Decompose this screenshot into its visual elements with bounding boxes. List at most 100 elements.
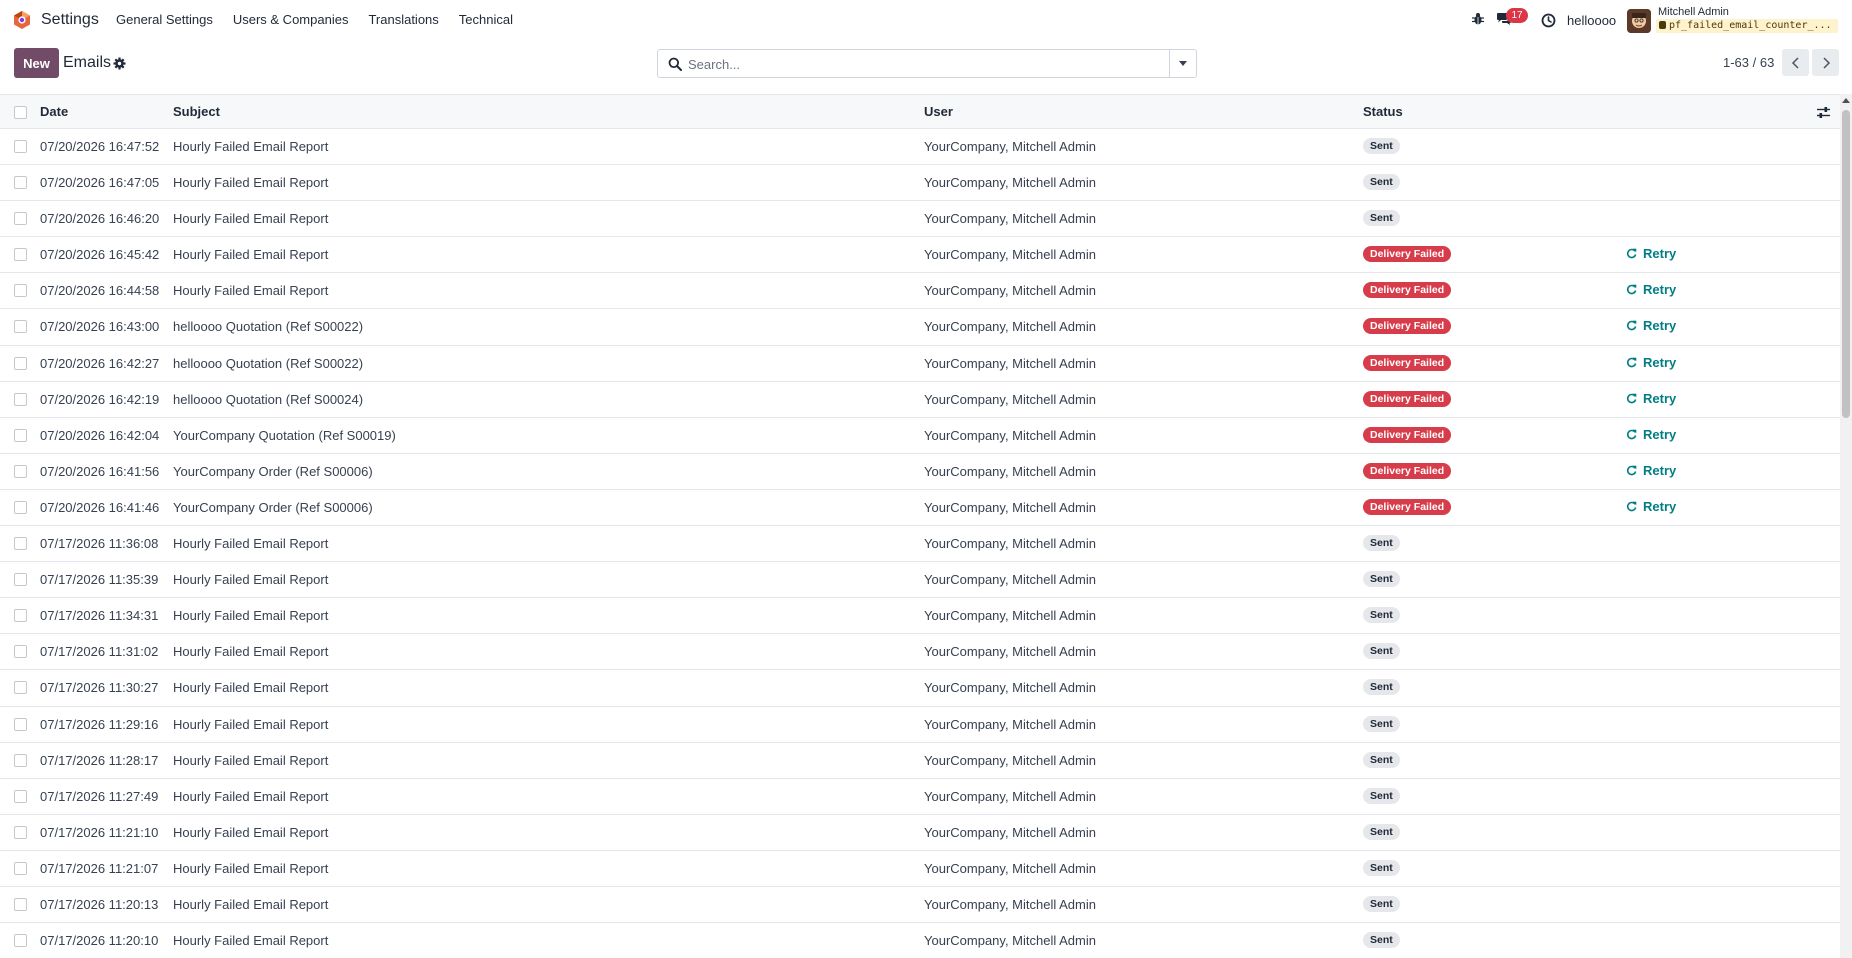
retry-button[interactable]: Retry — [1626, 463, 1676, 478]
row-checkbox[interactable] — [14, 717, 27, 731]
retry-button[interactable]: Retry — [1626, 499, 1676, 514]
activity-clock-icon[interactable] — [1541, 13, 1556, 28]
cell-date: 07/17/2026 11:31:02 — [40, 644, 159, 660]
retry-button[interactable]: Retry — [1626, 427, 1676, 442]
retry-button[interactable]: Retry — [1626, 246, 1676, 261]
status-badge: Sent — [1363, 751, 1400, 768]
table-row[interactable]: 07/20/2026 16:45:42 Hourly Failed Email R… — [0, 237, 1840, 274]
table-row[interactable]: 07/20/2026 16:41:46 YourCompany Order (Re… — [0, 490, 1840, 527]
row-checkbox[interactable] — [14, 500, 27, 514]
app-name[interactable]: Settings — [41, 11, 99, 29]
app-logo-icon[interactable] — [12, 10, 32, 30]
row-checkbox[interactable] — [14, 934, 27, 948]
retry-button[interactable]: Retry — [1626, 391, 1676, 406]
table-row[interactable]: 07/20/2026 16:47:05 Hourly Failed Email R… — [0, 165, 1840, 202]
table-row[interactable]: 07/17/2026 11:27:49 Hourly Failed Email R… — [0, 779, 1840, 815]
table-row[interactable]: 07/20/2026 16:42:04 YourCompany Quotation… — [0, 418, 1840, 454]
row-checkbox[interactable] — [14, 140, 27, 153]
user-name[interactable]: Mitchell Admin — [1658, 6, 1729, 18]
vertical-scrollbar[interactable] — [1840, 94, 1852, 958]
cell-date: 07/17/2026 11:30:27 — [40, 680, 159, 696]
pager-previous-button[interactable] — [1782, 49, 1809, 76]
retry-label: Retry — [1643, 246, 1677, 262]
row-checkbox[interactable] — [14, 356, 27, 370]
optional-columns-sliders-icon[interactable] — [1816, 105, 1831, 120]
table-row[interactable]: 07/17/2026 11:20:10 Hourly Failed Email R… — [0, 923, 1840, 958]
table-row[interactable]: 07/20/2026 16:44:58 Hourly Failed Email R… — [0, 273, 1840, 310]
table-row[interactable]: 07/17/2026 11:21:07 Hourly Failed Email R… — [0, 851, 1840, 887]
table-row[interactable]: 07/20/2026 16:42:19 helloooo Quotation (R… — [0, 382, 1840, 418]
column-header-status[interactable]: Status — [1363, 104, 1403, 119]
retry-button[interactable]: Retry — [1626, 282, 1676, 297]
table-row[interactable]: 07/20/2026 16:42:27 helloooo Quotation (R… — [0, 346, 1840, 382]
menu-technical[interactable]: Technical — [459, 12, 513, 27]
table-row[interactable]: 07/20/2026 16:43:00 helloooo Quotation (R… — [0, 309, 1840, 346]
row-checkbox[interactable] — [14, 753, 27, 767]
table-row[interactable]: 07/17/2026 11:30:27 Hourly Failed Email R… — [0, 670, 1840, 707]
table-row[interactable]: 07/17/2026 11:35:39 Hourly Failed Email R… — [0, 562, 1840, 599]
table-row[interactable]: 07/17/2026 11:36:08 Hourly Failed Email R… — [0, 526, 1840, 563]
pager-value[interactable]: 1-63 / 63 — [1723, 55, 1774, 70]
table-row[interactable]: 07/20/2026 16:47:52 Hourly Failed Email R… — [0, 129, 1840, 166]
cell-status: Sent — [1363, 570, 1400, 588]
table-row[interactable]: 07/17/2026 11:21:10 Hourly Failed Email R… — [0, 815, 1840, 851]
cell-subject: Hourly Failed Email Report — [173, 608, 329, 624]
search-options-toggle[interactable] — [1169, 50, 1196, 77]
row-checkbox[interactable] — [14, 248, 27, 262]
row-checkbox[interactable] — [14, 320, 27, 334]
table-row[interactable]: 07/17/2026 11:31:02 Hourly Failed Email R… — [0, 634, 1840, 671]
row-checkbox[interactable] — [14, 464, 27, 478]
cell-status: Delivery Failed — [1363, 245, 1452, 263]
gear-icon[interactable] — [113, 57, 126, 70]
row-checkbox[interactable] — [14, 609, 27, 623]
company-switcher[interactable]: helloooo — [1567, 13, 1616, 28]
table-row[interactable]: 07/17/2026 11:28:17 Hourly Failed Email R… — [0, 743, 1840, 779]
table-row[interactable]: 07/20/2026 16:41:56 YourCompany Order (Re… — [0, 454, 1840, 490]
scrollbar-thumb[interactable] — [1842, 110, 1850, 418]
retry-label: Retry — [1643, 390, 1677, 406]
menu-users-companies[interactable]: Users & Companies — [233, 12, 349, 27]
status-badge: Sent — [1363, 643, 1400, 660]
table-row[interactable]: 07/20/2026 16:46:20 Hourly Failed Email R… — [0, 201, 1840, 238]
retry-button[interactable]: Retry — [1626, 355, 1676, 370]
cell-subject: Hourly Failed Email Report — [173, 788, 329, 804]
row-checkbox[interactable] — [14, 789, 27, 803]
cell-user: YourCompany, Mitchell Admin — [924, 427, 1096, 443]
table-row[interactable]: 07/17/2026 11:20:13 Hourly Failed Email R… — [0, 887, 1840, 924]
cell-status: Sent — [1363, 931, 1400, 949]
new-button[interactable]: New — [14, 48, 59, 78]
row-checkbox[interactable] — [14, 825, 27, 839]
menu-translations[interactable]: Translations — [368, 12, 438, 27]
scroll-up-arrow-icon[interactable] — [1842, 98, 1850, 103]
row-checkbox[interactable] — [14, 537, 27, 551]
row-checkbox[interactable] — [14, 284, 27, 298]
menu-general-settings[interactable]: General Settings — [116, 12, 213, 27]
row-checkbox[interactable] — [14, 645, 27, 659]
retry-button[interactable]: Retry — [1626, 318, 1676, 333]
table-row[interactable]: 07/17/2026 11:29:16 Hourly Failed Email R… — [0, 707, 1840, 743]
row-checkbox[interactable] — [14, 212, 27, 226]
row-checkbox[interactable] — [14, 573, 27, 587]
row-checkbox[interactable] — [14, 681, 27, 695]
row-checkbox[interactable] — [14, 392, 27, 406]
user-avatar[interactable] — [1627, 9, 1651, 33]
row-checkbox[interactable] — [14, 861, 27, 875]
table-row[interactable]: 07/17/2026 11:34:31 Hourly Failed Email R… — [0, 598, 1840, 635]
column-header-subject[interactable]: Subject — [173, 104, 220, 119]
column-header-user[interactable]: User — [924, 104, 953, 119]
search-input[interactable] — [688, 54, 1158, 74]
row-checkbox[interactable] — [14, 897, 27, 911]
select-all-checkbox[interactable] — [14, 106, 27, 119]
pager-next-button[interactable] — [1812, 49, 1839, 76]
cell-date: 07/17/2026 11:21:10 — [40, 824, 159, 840]
cell-user: YourCompany, Mitchell Admin — [924, 355, 1096, 371]
cell-status: Sent — [1363, 787, 1400, 804]
row-checkbox[interactable] — [14, 176, 27, 190]
column-header-date[interactable]: Date — [40, 104, 68, 119]
retry-refresh-icon — [1626, 284, 1637, 295]
row-checkbox[interactable] — [14, 428, 27, 442]
status-badge: Delivery Failed — [1363, 246, 1452, 263]
retry-label: Retry — [1643, 318, 1677, 334]
cell-user: YourCompany, Mitchell Admin — [924, 680, 1096, 696]
debug-bug-icon[interactable] — [1471, 12, 1485, 26]
